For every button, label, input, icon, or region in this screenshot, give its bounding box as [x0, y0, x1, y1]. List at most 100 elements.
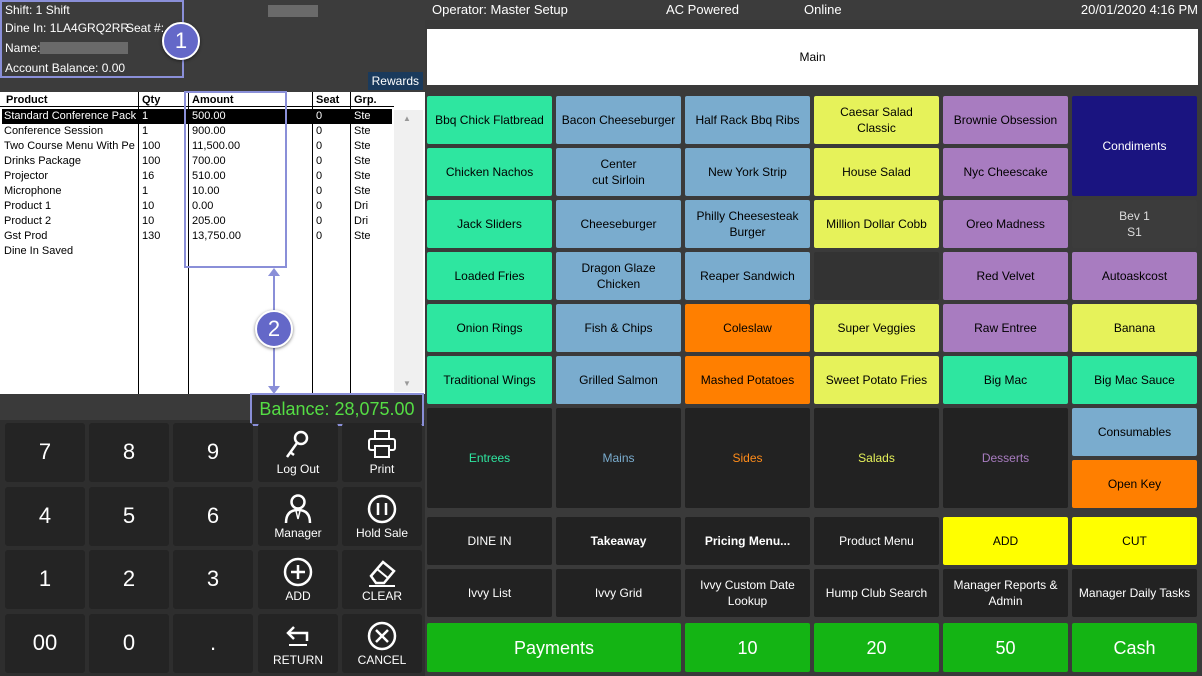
- key-4[interactable]: 4: [5, 487, 85, 546]
- key-8[interactable]: 8: [89, 423, 169, 482]
- product-button[interactable]: Million Dollar Cobb: [814, 200, 939, 248]
- product-button[interactable]: Philly Cheesesteak Burger: [685, 200, 810, 248]
- category-desserts[interactable]: Desserts: [943, 408, 1068, 508]
- cell-qty: 130: [142, 230, 161, 242]
- product-button[interactable]: Nyc Cheescake: [943, 148, 1068, 196]
- add-button[interactable]: ADD: [258, 550, 338, 609]
- payment-button[interactable]: 20: [814, 623, 939, 672]
- consumables-button[interactable]: Consumables: [1072, 408, 1197, 456]
- function-button[interactable]: Product Menu: [814, 517, 939, 565]
- product-button[interactable]: Banana: [1072, 304, 1197, 352]
- category-mains[interactable]: Mains: [556, 408, 681, 508]
- product-button[interactable]: Autoaskcost: [1072, 252, 1197, 300]
- user-icon: [284, 494, 312, 524]
- product-button[interactable]: Mashed Potatoes: [685, 356, 810, 404]
- clear-button[interactable]: CLEAR: [342, 550, 422, 609]
- cell-product: Product 2: [4, 215, 52, 227]
- product-button[interactable]: Brownie Obsession: [943, 96, 1068, 144]
- product-button[interactable]: Dragon Glaze Chicken: [556, 252, 681, 300]
- product-button[interactable]: Center cut Sirloin: [556, 148, 681, 196]
- product-button[interactable]: Big Mac Sauce: [1072, 356, 1197, 404]
- status-bar: Operator: Master Setup AC Powered Online…: [425, 0, 1202, 20]
- payment-button[interactable]: 50: [943, 623, 1068, 672]
- product-button[interactable]: Bbq Chick Flatbread: [427, 96, 552, 144]
- product-button[interactable]: Onion Rings: [427, 304, 552, 352]
- product-button[interactable]: Chicken Nachos: [427, 148, 552, 196]
- function-button[interactable]: Ivvy Custom Date Lookup: [685, 569, 810, 617]
- function-button[interactable]: DINE IN: [427, 517, 552, 565]
- payment-button[interactable]: Cash: [1072, 623, 1197, 672]
- key-6[interactable]: 6: [173, 487, 253, 546]
- function-button[interactable]: Ivvy List: [427, 569, 552, 617]
- main-menu-bar[interactable]: Main: [427, 29, 1198, 85]
- product-button[interactable]: Traditional Wings: [427, 356, 552, 404]
- table-scrollbar[interactable]: ▲ ▼: [394, 110, 423, 392]
- product-button[interactable]: Super Veggies: [814, 304, 939, 352]
- function-button[interactable]: Manager Daily Tasks: [1072, 569, 1197, 617]
- key-2[interactable]: 2: [89, 550, 169, 609]
- key-7[interactable]: 7: [5, 423, 85, 482]
- product-button[interactable]: Bacon Cheeseburger: [556, 96, 681, 144]
- return-button[interactable]: RETURN: [258, 614, 338, 673]
- product-button[interactable]: Big Mac: [943, 356, 1068, 404]
- product-button[interactable]: House Salad: [814, 148, 939, 196]
- hold-sale-button[interactable]: Hold Sale: [342, 487, 422, 546]
- payment-button[interactable]: 10: [685, 623, 810, 672]
- key-5[interactable]: 5: [89, 487, 169, 546]
- log-out-button[interactable]: Log Out: [258, 423, 338, 482]
- manager-button[interactable]: Manager: [258, 487, 338, 546]
- product-button[interactable]: Red Velvet: [943, 252, 1068, 300]
- cell-product: Microphone: [4, 185, 62, 197]
- cancel-button[interactable]: CANCEL: [342, 614, 422, 673]
- condiments-button[interactable]: Condiments: [1072, 96, 1197, 196]
- key-0[interactable]: 0: [89, 614, 169, 673]
- function-button[interactable]: Takeaway: [556, 517, 681, 565]
- category-entrees[interactable]: Entrees: [427, 408, 552, 508]
- payments-button[interactable]: Payments: [427, 623, 681, 672]
- category-sides[interactable]: Sides: [685, 408, 810, 508]
- open-key-button[interactable]: Open Key: [1072, 460, 1197, 508]
- annotation-box-1: [0, 0, 184, 78]
- product-button[interactable]: Grilled Salmon: [556, 356, 681, 404]
- balance-display: Balance: 28,075.00: [250, 393, 424, 426]
- product-button[interactable]: Oreo Madness: [943, 200, 1068, 248]
- online-status: Online: [804, 2, 842, 17]
- plus-circle-icon: [283, 557, 313, 587]
- key-3[interactable]: 3: [173, 550, 253, 609]
- scroll-down-icon[interactable]: ▼: [403, 379, 411, 388]
- header-grp: Grp.: [354, 94, 377, 106]
- function-button[interactable]: ADD: [943, 517, 1068, 565]
- product-button[interactable]: Sweet Potato Fries: [814, 356, 939, 404]
- product-button[interactable]: Half Rack Bbq Ribs: [685, 96, 810, 144]
- function-button[interactable]: CUT: [1072, 517, 1197, 565]
- scroll-up-icon[interactable]: ▲: [403, 114, 411, 123]
- product-button[interactable]: Jack Sliders: [427, 200, 552, 248]
- cell-seat: 0: [316, 200, 323, 212]
- category-salads[interactable]: Salads: [814, 408, 939, 508]
- key-1[interactable]: 1: [5, 550, 85, 609]
- product-button[interactable]: New York Strip: [685, 148, 810, 196]
- function-button[interactable]: Pricing Menu...: [685, 517, 810, 565]
- product-button[interactable]: Coleslaw: [685, 304, 810, 352]
- key-label: ADD: [285, 589, 311, 603]
- key-9[interactable]: 9: [173, 423, 253, 482]
- product-button[interactable]: Cheeseburger: [556, 200, 681, 248]
- print-button[interactable]: Print: [342, 423, 422, 482]
- function-button[interactable]: Ivvy Grid: [556, 569, 681, 617]
- eraser-icon: [369, 560, 396, 587]
- product-button[interactable]: Reaper Sandwich: [685, 252, 810, 300]
- key-label: Hold Sale: [355, 526, 409, 540]
- function-button[interactable]: Hump Club Search: [814, 569, 939, 617]
- function-button[interactable]: Manager Reports & Admin: [943, 569, 1068, 617]
- cell-grp: Ste: [354, 140, 371, 152]
- cell-qty: 100: [142, 155, 161, 167]
- key-decimal[interactable]: .: [173, 614, 253, 673]
- product-button[interactable]: Raw Entree: [943, 304, 1068, 352]
- rewards-button[interactable]: Rewards: [367, 72, 423, 90]
- product-button[interactable]: Caesar Salad Classic: [814, 96, 939, 144]
- cell-seat: 0: [316, 110, 323, 122]
- cell-qty: 100: [142, 140, 161, 152]
- product-button[interactable]: Fish & Chips: [556, 304, 681, 352]
- key-00[interactable]: 00: [5, 614, 85, 673]
- product-button[interactable]: Loaded Fries: [427, 252, 552, 300]
